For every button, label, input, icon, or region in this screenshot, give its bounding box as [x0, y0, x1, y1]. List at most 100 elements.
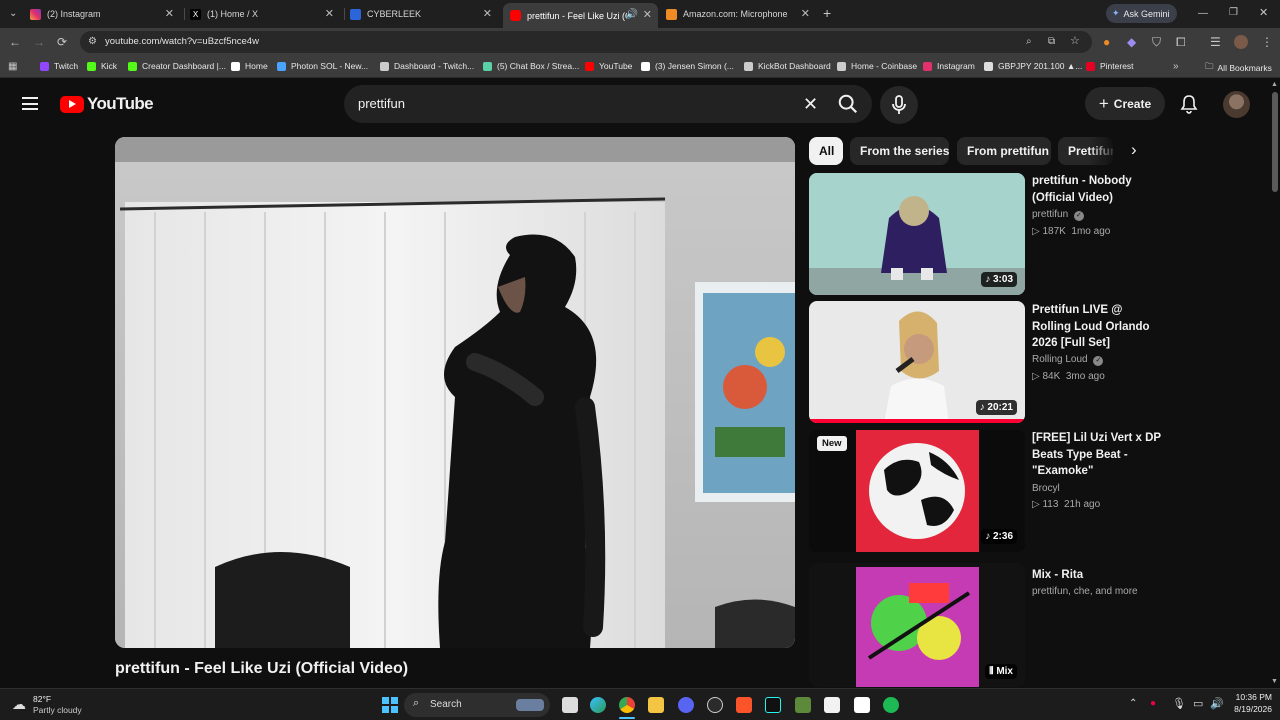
chrome-menu-icon[interactable]: ⋮ — [1261, 36, 1273, 48]
tray-mic-icon[interactable]: 🎙 — [1172, 697, 1186, 710]
voice-search-button[interactable] — [880, 86, 918, 124]
task-view-icon[interactable] — [562, 697, 578, 713]
clock[interactable]: 10:36 PM 8/19/2026 — [1224, 692, 1272, 714]
video-player[interactable] — [115, 137, 795, 648]
back-icon[interactable]: ← — [9, 36, 21, 48]
close-tab-icon[interactable]: ✕ — [325, 7, 334, 20]
tray-volume-icon[interactable]: 🔊 — [1210, 697, 1224, 710]
bookmark-item[interactable]: (3) Jensen Simon (... — [641, 61, 734, 71]
clear-search-icon[interactable]: ✕ — [803, 94, 818, 115]
restore-icon[interactable]: ❐ — [1229, 7, 1238, 19]
forward-icon[interactable]: → — [33, 36, 45, 48]
tab-cyberleek[interactable]: CYBERLEEK ✕ — [350, 4, 498, 24]
search-box[interactable]: prettifun — [344, 85, 872, 123]
show-hidden-icons-chevron-icon[interactable]: ⌃ — [1129, 698, 1137, 709]
guide-menu-icon[interactable] — [22, 97, 38, 110]
chip-all[interactable]: All — [809, 137, 843, 165]
rec-channel[interactable]: prettifun, che, and more — [1032, 586, 1138, 597]
site-info-icon[interactable]: ⚙ — [88, 36, 97, 48]
zoom-icon[interactable]: ⌕ — [1026, 36, 1032, 48]
apps-grid-icon[interactable]: ▦ — [8, 61, 17, 73]
discord-icon[interactable] — [678, 697, 694, 713]
obs-icon[interactable] — [707, 697, 723, 713]
search-button[interactable] — [828, 85, 868, 123]
create-button[interactable]: + Create — [1085, 87, 1165, 120]
rec-channel[interactable]: prettifun ✓ — [1032, 209, 1084, 221]
tab-instagram[interactable]: (2) Instagram ✕ — [30, 4, 180, 24]
tray-app-icon[interactable]: ● — [1150, 698, 1156, 709]
youtube-logo[interactable]: YouTube — [60, 94, 154, 114]
rec-title[interactable]: prettifun - Nobody (Official Video) — [1032, 173, 1162, 206]
bookmark-item[interactable]: Kick — [87, 61, 117, 71]
extensions-puzzle-icon[interactable]: ⧠ — [1176, 36, 1186, 48]
scroll-up-arrow-icon[interactable]: ▲ — [1271, 81, 1278, 88]
reload-icon[interactable]: ⟳ — [57, 36, 67, 48]
extension-shield-icon[interactable]: ⛉ — [1152, 36, 1161, 48]
page-scrollbar-thumb[interactable] — [1272, 92, 1278, 192]
bookmark-item[interactable]: KickBot Dashboard — [744, 61, 831, 71]
tray-display-icon[interactable]: ▭ — [1193, 697, 1203, 710]
minimize-icon[interactable]: — — [1198, 8, 1208, 20]
audio-playing-icon[interactable]: 🔊 — [626, 9, 638, 21]
tiktok-icon[interactable] — [765, 697, 781, 713]
bookmark-item[interactable]: Instagram — [923, 61, 975, 71]
install-app-icon[interactable]: ⧉ — [1048, 36, 1055, 48]
chips-next-chevron-icon[interactable]: › — [1131, 140, 1137, 160]
bookmark-item[interactable]: Photon SOL - New... — [277, 61, 368, 71]
minecraft-icon[interactable] — [795, 697, 811, 713]
rec-channel[interactable]: Rolling Loud ✓ — [1032, 354, 1104, 366]
rec-thumbnail-rolling-loud[interactable]: ♪ 20:21 — [809, 301, 1025, 423]
rec-channel[interactable]: Brocyl — [1032, 483, 1060, 494]
profile-avatar-icon[interactable] — [1234, 35, 1248, 49]
media-controls-icon[interactable]: ☰ — [1210, 36, 1221, 48]
close-window-icon[interactable]: ✕ — [1259, 7, 1268, 19]
close-tab-icon[interactable]: ✕ — [801, 7, 810, 20]
close-tab-icon[interactable]: ✕ — [643, 8, 652, 21]
rec-thumbnail-type-beat[interactable]: New ♪ 2:36 — [809, 430, 1025, 552]
account-avatar[interactable] — [1223, 91, 1250, 118]
bookmark-item[interactable]: Home - Coinbase — [837, 61, 917, 71]
edge-icon[interactable] — [590, 697, 606, 713]
bookmark-item[interactable]: GBPJPY 201.100 ▲... — [984, 61, 1082, 71]
bookmark-star-icon[interactable]: ☆ — [1070, 35, 1080, 47]
tab-youtube-active[interactable]: prettifun - Feel Like Uzi (Offi 🔊 ✕ — [503, 3, 658, 28]
scroll-down-arrow-icon[interactable]: ▼ — [1271, 678, 1278, 685]
file-explorer-icon[interactable] — [648, 697, 664, 713]
brave-icon[interactable] — [736, 697, 752, 713]
close-tab-icon[interactable]: ✕ — [483, 7, 492, 20]
bookmark-item[interactable]: Creator Dashboard |... — [128, 61, 226, 71]
extension-orange-icon[interactable]: ● — [1103, 36, 1110, 48]
store-icon[interactable] — [824, 697, 840, 713]
search-input[interactable]: prettifun — [358, 96, 405, 111]
notifications-bell-icon[interactable] — [1179, 94, 1199, 114]
bookmark-item[interactable]: Dashboard - Twitch... — [380, 61, 474, 71]
rec-title[interactable]: [FREE] Lil Uzi Vert x DP Beats Type Beat… — [1032, 430, 1162, 480]
spotify-icon[interactable] — [883, 697, 899, 713]
weather-widget[interactable]: ☁ 82°F Partly cloudy — [12, 693, 102, 717]
chip-from-the-series[interactable]: From the series — [850, 137, 949, 165]
extension-phantom-icon[interactable]: ◆ — [1127, 36, 1136, 48]
notepad-icon[interactable] — [854, 697, 870, 713]
new-tab-icon[interactable]: + — [823, 6, 831, 20]
bookmark-item[interactable]: Home — [231, 61, 268, 71]
tab-x-home[interactable]: X (1) Home / X ✕ — [190, 4, 340, 24]
tab-search-chevron-icon[interactable]: ⌄ — [9, 8, 17, 20]
rec-thumbnail-nobody[interactable]: ♪ 3:03 — [809, 173, 1025, 295]
chip-from-prettifun[interactable]: From prettifun — [957, 137, 1051, 165]
address-bar[interactable]: ⚙ youtube.com/watch?v=uBzcf5nce4w ⌕ ⧉ ☆ — [80, 31, 1092, 53]
bookmark-item[interactable]: YouTube — [585, 61, 632, 71]
taskbar-search[interactable]: ⌕ Search — [404, 693, 550, 717]
bookmark-item[interactable]: Pinterest — [1086, 61, 1134, 71]
all-bookmarks-folder[interactable]: 🗀 All Bookmarks — [1205, 61, 1272, 75]
ask-gemini-button[interactable]: ✦ Ask Gemini — [1106, 4, 1177, 23]
bookmark-item[interactable]: Twitch — [40, 61, 78, 71]
rec-title[interactable]: Prettifun LIVE @ Rolling Loud Orlando 20… — [1032, 302, 1162, 352]
rec-title[interactable]: Mix - Rita — [1032, 567, 1162, 584]
rec-thumbnail-mix-rita[interactable]: ⦀ Mix — [809, 563, 1025, 687]
chrome-taskbar-icon[interactable] — [619, 697, 635, 713]
bookmark-item[interactable]: (5) Chat Box / Strea... — [483, 61, 579, 71]
close-tab-icon[interactable]: ✕ — [165, 7, 174, 20]
more-bookmarks-chevron-icon[interactable]: » — [1173, 61, 1179, 73]
start-button[interactable] — [382, 697, 398, 713]
tab-amazon[interactable]: Amazon.com: Microphone ✕ — [666, 4, 816, 24]
